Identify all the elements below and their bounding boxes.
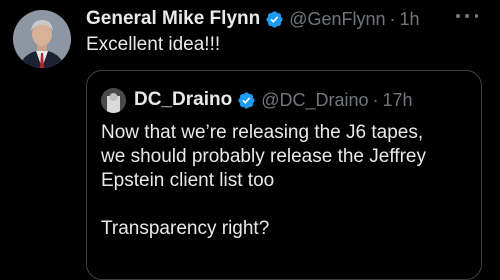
avatar[interactable] bbox=[13, 10, 71, 68]
paragraph-break bbox=[101, 193, 471, 217]
handle[interactable]: @GenFlynn bbox=[289, 9, 385, 30]
quote-handle: @DC_Draino bbox=[261, 89, 369, 110]
quote-display-name: DC_Draino bbox=[134, 89, 233, 110]
display-name[interactable]: General Mike Flynn bbox=[86, 8, 260, 30]
quote-avatar bbox=[101, 87, 126, 113]
timestamp[interactable]: 1h bbox=[400, 9, 420, 30]
separator: · bbox=[389, 8, 396, 29]
more-dot bbox=[465, 14, 469, 18]
more-dot bbox=[456, 14, 460, 18]
quote-text-line: Epstein client list too bbox=[101, 170, 275, 191]
more-options-icon[interactable] bbox=[456, 6, 478, 26]
quote-text-line: Now that we’re releasing the J6 tapes, bbox=[101, 122, 424, 143]
quote-text-line: Transparency right? bbox=[101, 218, 270, 239]
post-text: Excellent idea!!! bbox=[86, 34, 221, 55]
quote-avatar-image bbox=[101, 87, 126, 113]
quote-timestamp: 17h bbox=[382, 89, 413, 110]
quote-separator: · bbox=[372, 89, 379, 110]
quote-text-line: we should probably release the Jeffrey bbox=[101, 146, 426, 167]
verified-badge-icon bbox=[266, 10, 283, 28]
quoted-tweet[interactable]: DC_Draino @DC_Draino · 17h Now that we’r… bbox=[86, 70, 482, 280]
quote-text: Now that we’re releasing the J6 tapes, w… bbox=[101, 121, 471, 241]
verified-badge-icon bbox=[238, 91, 255, 109]
post-header: General Mike Flynn @GenFlynn · 1h bbox=[86, 6, 490, 32]
more-dot bbox=[474, 14, 478, 18]
quote-header: DC_Draino @DC_Draino · 17h bbox=[101, 87, 413, 113]
avatar-image bbox=[13, 10, 71, 68]
